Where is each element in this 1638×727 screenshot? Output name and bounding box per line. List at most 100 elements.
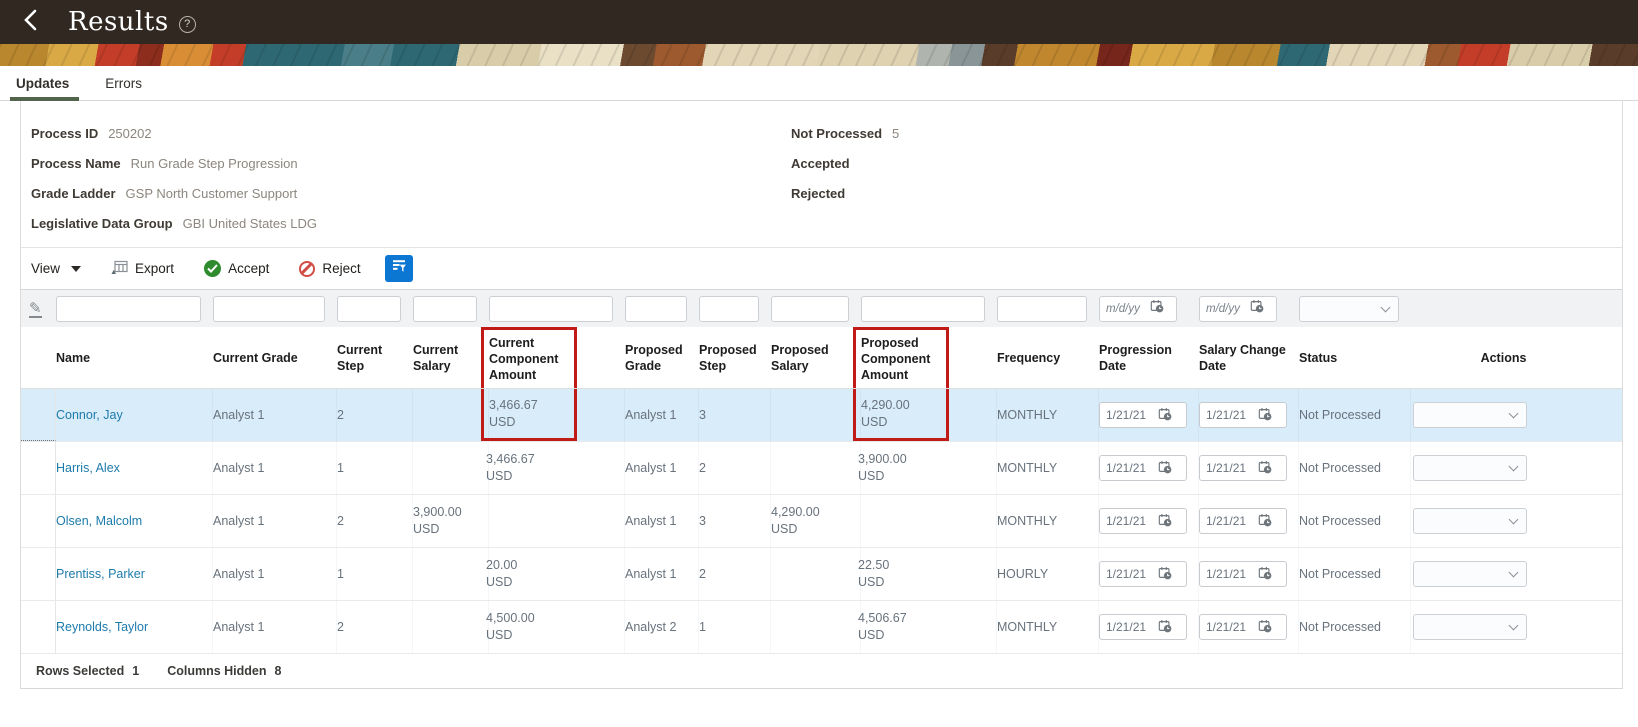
row-actions-select[interactable] bbox=[1413, 455, 1527, 481]
progression-date-input[interactable] bbox=[1099, 561, 1187, 587]
employee-name-link[interactable]: Reynolds, Taylor bbox=[56, 620, 148, 634]
table-row[interactable]: Harris, Alex Analyst 1 1 3,466.67 USD An… bbox=[21, 442, 1622, 495]
accept-button[interactable]: Accept bbox=[204, 260, 269, 277]
row-actions-select[interactable] bbox=[1413, 561, 1527, 587]
reject-button[interactable]: Reject bbox=[299, 260, 361, 277]
col-header-current-step[interactable]: Current Step bbox=[337, 327, 413, 388]
table-row[interactable]: Prentiss, Parker Analyst 1 1 20.00 USD A… bbox=[21, 548, 1622, 601]
table-row[interactable]: Olsen, Malcolm Analyst 1 2 3,900.00 USD … bbox=[21, 495, 1622, 548]
filter-salary-change-date-input[interactable]: m/d/yy bbox=[1199, 295, 1277, 322]
progression-date-value[interactable] bbox=[1106, 461, 1158, 475]
salary-change-date-input[interactable] bbox=[1199, 402, 1287, 428]
salary-change-date-value[interactable] bbox=[1206, 567, 1258, 581]
calendar-clock-icon[interactable] bbox=[1258, 566, 1272, 583]
back-button[interactable] bbox=[14, 5, 48, 39]
row-selector-cell[interactable] bbox=[21, 548, 56, 600]
col-header-progression-date[interactable]: Progression Date bbox=[1099, 327, 1199, 388]
salary-change-date-input[interactable] bbox=[1199, 455, 1287, 481]
export-label: Export bbox=[135, 261, 175, 276]
col-header-current-grade[interactable]: Current Grade bbox=[213, 327, 337, 388]
filter-progression-date-input[interactable]: m/d/yy bbox=[1099, 295, 1177, 322]
pencil-icon[interactable]: ✎ bbox=[29, 301, 42, 318]
row-actions-select[interactable] bbox=[1413, 614, 1527, 640]
col-header-current-salary[interactable]: Current Salary bbox=[413, 327, 489, 388]
question-circle-icon[interactable]: ? bbox=[178, 15, 196, 33]
filter-current-salary-input[interactable] bbox=[413, 295, 477, 322]
filter-status-select[interactable] bbox=[1299, 295, 1399, 322]
table-footer: Rows Selected 1 Columns Hidden 8 bbox=[21, 654, 1622, 689]
progression-date-value[interactable] bbox=[1106, 620, 1158, 634]
date-placeholder: m/d/yy bbox=[1106, 302, 1140, 315]
progression-date-input[interactable] bbox=[1099, 402, 1187, 428]
row-selector-cell[interactable] bbox=[21, 495, 56, 547]
calendar-clock-icon[interactable] bbox=[1150, 299, 1164, 318]
view-menu-button[interactable]: View bbox=[31, 261, 82, 276]
filter-proposed-component-amount-input[interactable] bbox=[861, 295, 985, 322]
calendar-clock-icon[interactable] bbox=[1158, 513, 1172, 530]
col-header-status[interactable]: Status bbox=[1299, 327, 1411, 388]
calendar-clock-icon[interactable] bbox=[1158, 619, 1172, 636]
filter-current-component-amount-input[interactable] bbox=[489, 295, 613, 322]
salary-change-date-input[interactable] bbox=[1199, 561, 1287, 587]
calendar-clock-icon[interactable] bbox=[1158, 566, 1172, 583]
filter-frequency-input[interactable] bbox=[997, 295, 1087, 322]
col-header-proposed-grade[interactable]: Proposed Grade bbox=[625, 327, 699, 388]
calendar-clock-icon[interactable] bbox=[1158, 407, 1172, 424]
cell-proposed-component-amount bbox=[861, 495, 997, 547]
row-selector-cell[interactable] bbox=[21, 442, 56, 494]
salary-change-date-input[interactable] bbox=[1199, 614, 1287, 640]
row-actions-select[interactable] bbox=[1413, 402, 1527, 428]
col-header-frequency[interactable]: Frequency bbox=[997, 327, 1099, 388]
table-row[interactable]: Reynolds, Taylor Analyst 1 2 4,500.00 US… bbox=[21, 601, 1622, 654]
cell-proposed-step: 3 bbox=[699, 389, 771, 441]
row-actions-select[interactable] bbox=[1413, 508, 1527, 534]
calendar-clock-icon[interactable] bbox=[1258, 513, 1272, 530]
progression-date-value[interactable] bbox=[1106, 408, 1158, 422]
cell-proposed-salary bbox=[771, 389, 861, 441]
cell-current-grade: Analyst 1 bbox=[213, 495, 337, 547]
table-row[interactable]: Connor, Jay Analyst 1 2 3,466.67 USD Ana… bbox=[21, 389, 1622, 442]
col-header-proposed-component-amount[interactable]: Proposed Component Amount bbox=[853, 327, 997, 388]
cell-proposed-component-amount: 3,900.00 USD bbox=[858, 442, 997, 494]
col-header-proposed-salary[interactable]: Proposed Salary bbox=[771, 327, 861, 388]
filter-current-step-input[interactable] bbox=[337, 295, 401, 322]
filter-proposed-grade-input[interactable] bbox=[625, 295, 687, 322]
calendar-clock-icon[interactable] bbox=[1258, 460, 1272, 477]
export-button[interactable]: Export bbox=[111, 260, 174, 278]
employee-name-link[interactable]: Olsen, Malcolm bbox=[56, 514, 142, 528]
tab-errors[interactable]: Errors bbox=[103, 72, 144, 100]
progression-date-input[interactable] bbox=[1099, 455, 1187, 481]
salary-change-date-value[interactable] bbox=[1206, 408, 1258, 422]
progression-date-input[interactable] bbox=[1099, 508, 1187, 534]
row-selector-cell[interactable] bbox=[21, 601, 56, 653]
progression-date-value[interactable] bbox=[1106, 514, 1158, 528]
filter-name-input[interactable] bbox=[56, 295, 201, 322]
columns-hidden-label: Columns Hidden bbox=[167, 664, 267, 678]
salary-change-date-value[interactable] bbox=[1206, 620, 1258, 634]
cell-current-grade: Analyst 1 bbox=[213, 548, 337, 600]
calendar-clock-icon[interactable] bbox=[1258, 619, 1272, 636]
progression-date-input[interactable] bbox=[1099, 614, 1187, 640]
salary-change-date-value[interactable] bbox=[1206, 461, 1258, 475]
salary-change-date-input[interactable] bbox=[1199, 508, 1287, 534]
progression-date-value[interactable] bbox=[1106, 567, 1158, 581]
calendar-clock-icon[interactable] bbox=[1258, 407, 1272, 424]
filter-proposed-step-input[interactable] bbox=[699, 295, 759, 322]
tab-updates[interactable]: Updates bbox=[9, 72, 80, 101]
col-header-salary-change-date[interactable]: Salary Change Date bbox=[1199, 327, 1299, 388]
cell-proposed-step: 2 bbox=[699, 442, 771, 494]
col-header-proposed-step[interactable]: Proposed Step bbox=[699, 327, 771, 388]
employee-name-link[interactable]: Harris, Alex bbox=[56, 461, 120, 475]
col-header-name[interactable]: Name bbox=[56, 327, 213, 388]
calendar-clock-icon[interactable] bbox=[1158, 460, 1172, 477]
row-selector-cell[interactable] bbox=[21, 389, 56, 441]
query-by-example-toggle-button[interactable] bbox=[384, 255, 413, 282]
cell-frequency: HOURLY bbox=[997, 548, 1099, 600]
employee-name-link[interactable]: Prentiss, Parker bbox=[56, 567, 145, 581]
filter-proposed-salary-input[interactable] bbox=[771, 295, 849, 322]
calendar-clock-icon[interactable] bbox=[1250, 299, 1264, 318]
filter-current-grade-input[interactable] bbox=[213, 295, 325, 322]
col-header-current-component-amount[interactable]: Current Component Amount bbox=[481, 327, 625, 388]
salary-change-date-value[interactable] bbox=[1206, 514, 1258, 528]
employee-name-link[interactable]: Connor, Jay bbox=[56, 408, 123, 422]
